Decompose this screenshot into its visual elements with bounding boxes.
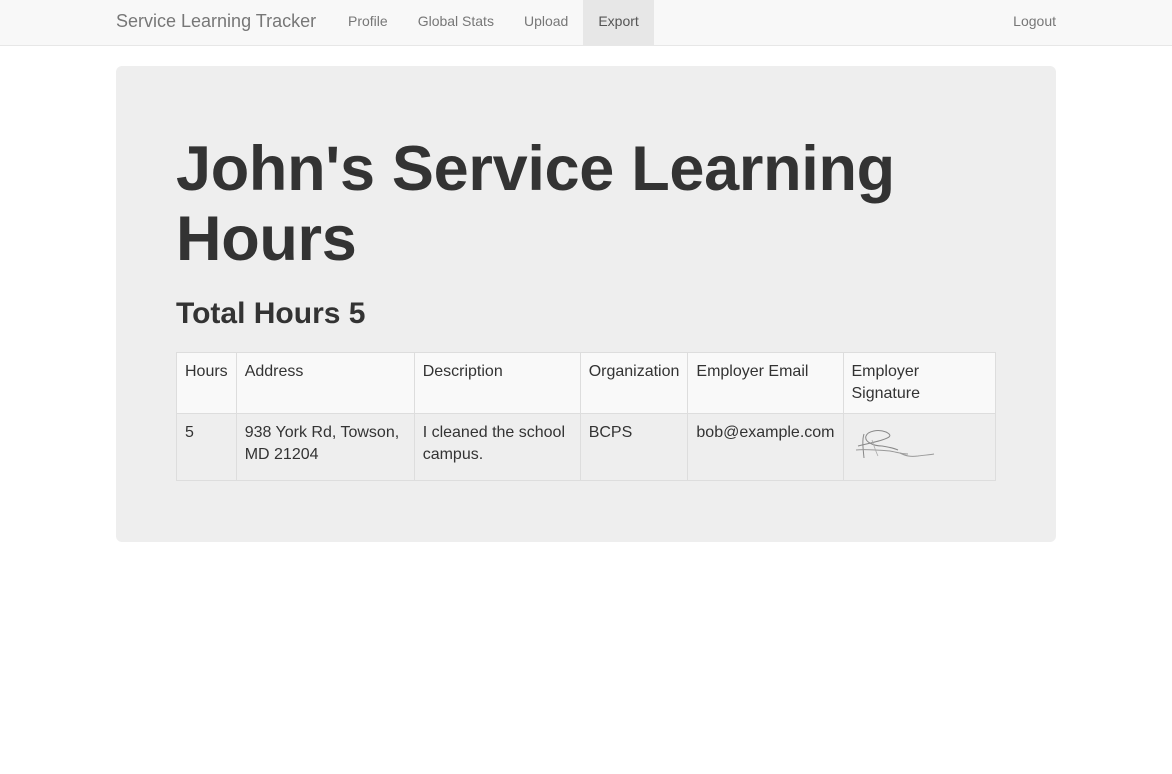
nav-item-global-stats[interactable]: Global Stats: [403, 0, 509, 45]
nav-item-upload[interactable]: Upload: [509, 0, 583, 45]
cell-hours: 5: [176, 413, 237, 481]
header-employer-signature: Employer Signature: [842, 352, 996, 414]
nav-menu: Profile Global Stats Upload Export: [333, 0, 654, 45]
total-hours: Total Hours 5: [176, 297, 366, 330]
page-title-line1: John's Service Learning: [176, 134, 895, 204]
logout-link[interactable]: Logout: [1013, 0, 1056, 45]
main-panel: John's Service Learning Hours Total Hour…: [116, 66, 1056, 542]
nav-item-profile[interactable]: Profile: [333, 0, 403, 45]
table-header-row: Hours Address Description Organization E…: [176, 352, 996, 414]
cell-organization: BCPS: [579, 413, 689, 481]
navbar: Service Learning Tracker Profile Global …: [0, 0, 1172, 46]
header-employer-signature-line2: Signature: [851, 385, 921, 402]
header-description: Description: [413, 352, 581, 414]
cell-description-line2: campus.: [422, 446, 484, 463]
cell-address: 938 York Rd, Towson, MD 21204: [235, 413, 415, 481]
header-address: Address: [235, 352, 415, 414]
hours-table: Hours Address Description Organization E…: [176, 352, 996, 481]
header-hours: Hours: [176, 352, 237, 414]
cell-email: bob@example.com: [687, 413, 844, 481]
header-employer-email: Employer Email: [687, 352, 844, 414]
cell-signature: [842, 413, 996, 481]
cell-description: I cleaned the school campus.: [413, 413, 581, 481]
page-title: John's Service Learning Hours: [176, 134, 996, 274]
nav-right: Logout: [1013, 0, 1056, 45]
cell-address-line1: 938 York Rd, Towson,: [244, 424, 400, 441]
header-employer-signature-line1: Employer: [851, 363, 920, 380]
table-row: 5 938 York Rd, Towson, MD 21204 I cleane…: [176, 413, 996, 481]
cell-address-line2: MD 21204: [244, 446, 319, 463]
header-organization: Organization: [579, 352, 689, 414]
cell-description-line1: I cleaned the school: [422, 424, 566, 441]
nav-item-export[interactable]: Export: [583, 0, 654, 45]
signature-image: [855, 430, 934, 459]
page-title-line2: Hours: [176, 204, 357, 274]
brand-link[interactable]: Service Learning Tracker: [116, 0, 316, 46]
